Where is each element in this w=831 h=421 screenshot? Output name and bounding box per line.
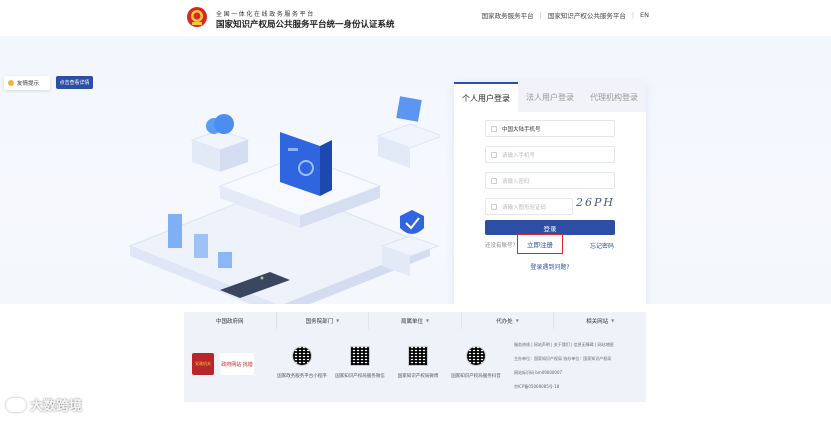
user-icon bbox=[491, 151, 497, 158]
footer-nav-state-council[interactable]: 国务院部门 ▼ bbox=[277, 312, 370, 329]
tab-legal-entity-login[interactable]: 法人用户登录 bbox=[518, 82, 582, 112]
chevron-down-icon: ▼ bbox=[425, 318, 430, 323]
footer-info-line: 网站标识码 bm09000007 bbox=[514, 370, 563, 375]
phone-icon bbox=[491, 125, 497, 132]
page-header: 全国一体化在线政务服务平台 国家知识产权局公共服务平台统一身份认证系统 国家政务… bbox=[0, 0, 831, 36]
chevron-down-icon: ▼ bbox=[515, 318, 519, 323]
page-footer: 中国政府网 国务院部门 ▼ 局属单位 ▼ 代办处 ▼ 相关网站 ▼ 党政机关 政府网站 … bbox=[184, 312, 646, 402]
link-national-gov-service[interactable]: 国家政务服务平台 bbox=[482, 10, 534, 20]
footer-nav-label: 代办处 bbox=[496, 318, 513, 325]
captcha-image[interactable]: 26PH bbox=[576, 194, 616, 211]
footer-info: 服务热线 | 网站声明 | 关于我们 | 信息无障碍 | 网站地图 主办单位：国… bbox=[514, 338, 642, 394]
party-gov-badge-label: 党政机关 bbox=[195, 361, 211, 366]
tab-personal-login[interactable]: 个人用户登录 bbox=[454, 82, 518, 112]
notice-details-button[interactable]: 点击查看详情 bbox=[56, 76, 93, 89]
login-card: 个人用户登录 法人用户登录 代理机构登录 中国大陆手机号 请输入手机号 请输入密… bbox=[454, 82, 646, 304]
footer-nav-label: 国务院部门 bbox=[305, 318, 334, 325]
qr-caption: 国家知识产权局服务抖音 bbox=[451, 374, 501, 379]
login-button[interactable]: 登录 bbox=[485, 220, 615, 235]
gov-site-error-badge[interactable]: 政府网站 找错 bbox=[220, 353, 254, 375]
account-input[interactable]: 请输入手机号 bbox=[485, 146, 615, 163]
register-link[interactable]: 立即注册 bbox=[517, 234, 563, 254]
qr-caption: 国家政务服务平台小程序 bbox=[277, 374, 327, 379]
chevron-down-icon: ▼ bbox=[336, 318, 340, 323]
hero-banner: 友情提示 点击查看详情 个人用户登录 法人用户登录 代理机构登录 中国大陆手机号… bbox=[0, 36, 831, 304]
watermark-text: 大数跨境 bbox=[30, 399, 83, 414]
captcha-placeholder: 请输入图形验证码 bbox=[502, 204, 547, 211]
footer-info-line: 服务热线 | 网站声明 | 关于我们 | 信息无障碍 | 网站地图 bbox=[514, 342, 614, 347]
login-problem-link[interactable]: 登录遇到问题? bbox=[454, 262, 646, 271]
lock-icon bbox=[491, 177, 497, 184]
shield-check-icon bbox=[491, 203, 497, 210]
footer-nav-affiliates[interactable]: 局属单位 ▼ bbox=[369, 312, 462, 329]
phone-region-select[interactable]: 中国大陆手机号 bbox=[485, 120, 615, 137]
notice-tag-label: 友情提示 bbox=[17, 81, 40, 87]
no-account-text: 还没有账号？ bbox=[485, 243, 519, 249]
login-tabs: 个人用户登录 法人用户登录 代理机构登录 bbox=[454, 82, 646, 112]
footer-nav-gov[interactable]: 中国政府网 bbox=[184, 312, 277, 329]
isometric-platform-illustration bbox=[128, 96, 440, 304]
password-input[interactable]: 请输入密码 bbox=[485, 172, 615, 189]
footer-nav-related[interactable]: 相关网站 ▼ bbox=[554, 312, 646, 329]
qr-caption: 国家知识产权局服务微信 bbox=[335, 374, 385, 379]
captcha-input[interactable]: 请输入图形验证码 bbox=[485, 198, 573, 215]
gov-site-error-label: 政府网站 找错 bbox=[221, 361, 253, 368]
qr-code-weibo bbox=[408, 346, 428, 366]
account-placeholder: 请输入手机号 bbox=[502, 152, 536, 159]
tab-agency-login[interactable]: 代理机构登录 bbox=[582, 82, 646, 112]
footer-nav-label: 局属单位 bbox=[400, 318, 423, 325]
notice-bulb-icon bbox=[8, 80, 14, 86]
notice-tag[interactable]: 友情提示 bbox=[4, 76, 50, 90]
footer-info-line: 京ICP备05069085号-18 bbox=[514, 384, 560, 389]
platform-subtitle: 全国一体化在线政务服务平台 bbox=[216, 11, 315, 18]
watermark: 大数跨境 bbox=[6, 395, 82, 414]
qr-code-wechat bbox=[350, 346, 370, 366]
party-gov-badge[interactable]: 党政机关 bbox=[192, 353, 214, 375]
link-separator: | bbox=[539, 11, 542, 19]
footer-nav-label: 中国政府网 bbox=[216, 318, 244, 325]
footer-nav-label: 相关网站 bbox=[586, 318, 609, 325]
qr-caption: 国家知识产权局微博 bbox=[397, 374, 439, 379]
language-switch-en[interactable]: EN bbox=[640, 11, 649, 19]
qr-code-douyin bbox=[466, 346, 486, 366]
qr-code-mini-program bbox=[292, 346, 312, 366]
footer-nav-agencies[interactable]: 代办处 ▼ bbox=[462, 312, 555, 329]
link-ip-public-service[interactable]: 国家知识产权公共服务平台 bbox=[548, 10, 626, 20]
page-title: 国家知识产权局公共服务平台统一身份认证系统 bbox=[216, 20, 395, 30]
link-separator: | bbox=[631, 11, 635, 19]
password-placeholder: 请输入密码 bbox=[502, 178, 530, 185]
forgot-password-link[interactable]: 忘记密码 bbox=[590, 241, 614, 250]
footer-nav: 中国政府网 国务院部门 ▼ 局属单位 ▼ 代办处 ▼ 相关网站 ▼ bbox=[184, 312, 646, 329]
phone-region-value: 中国大陆手机号 bbox=[502, 126, 541, 133]
chevron-down-icon: ▼ bbox=[611, 318, 615, 323]
watermark-logo-icon bbox=[6, 397, 26, 412]
top-links: 国家政务服务平台 | 国家知识产权公共服务平台 | EN bbox=[482, 10, 649, 20]
footer-info-line: 主办单位：国家知识产权局 协办单位：国家知识产权局 bbox=[514, 356, 612, 361]
national-emblem-icon bbox=[187, 7, 207, 27]
